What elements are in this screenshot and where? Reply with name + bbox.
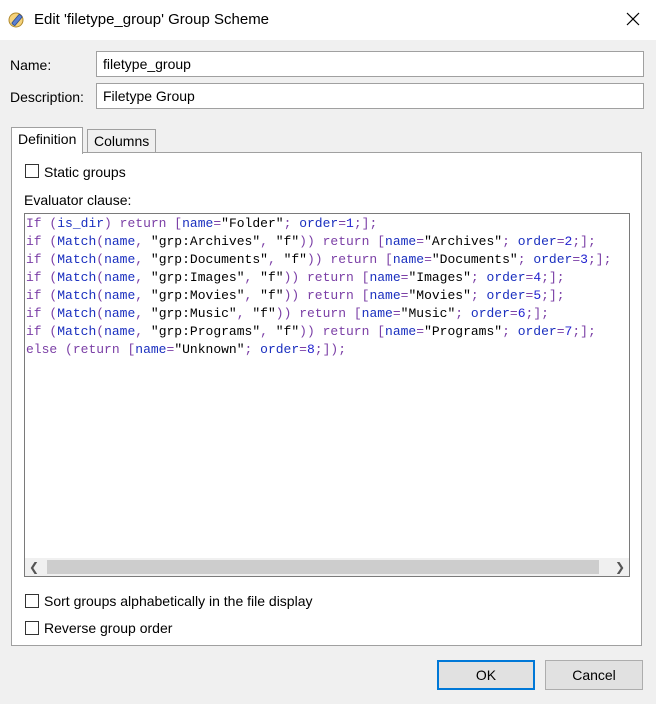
scroll-left-arrow-icon[interactable]: ❮ [25, 558, 43, 576]
dialog-body: Name: Description: Definition Columns St… [0, 40, 656, 704]
ok-button[interactable]: OK [437, 660, 535, 690]
close-button[interactable] [610, 0, 656, 40]
title-bar: Edit 'filetype_group' Group Scheme [0, 0, 656, 40]
sort-alphabetically-label: Sort groups alphabetically in the file d… [44, 593, 313, 609]
code-line: if (Match(name, "grp:Movies", "f")) retu… [26, 288, 565, 303]
static-groups-checkbox[interactable] [25, 164, 39, 178]
tab-columns[interactable]: Columns [87, 129, 157, 153]
window-title: Edit 'filetype_group' Group Scheme [34, 11, 270, 28]
scroll-right-arrow-icon[interactable]: ❯ [611, 558, 629, 576]
name-input[interactable] [96, 51, 644, 77]
evaluator-code-editor[interactable]: If (is_dir) return [name="Folder"; order… [24, 213, 630, 577]
description-label: Description: [10, 89, 84, 105]
reverse-order-checkbox[interactable] [25, 621, 39, 635]
static-groups-label: Static groups [44, 164, 126, 180]
tab-definition[interactable]: Definition [11, 127, 84, 154]
horizontal-scrollbar[interactable]: ❮ ❯ [25, 558, 629, 576]
description-input[interactable] [96, 83, 644, 109]
reverse-order-label: Reverse group order [44, 620, 173, 636]
scrollbar-thumb[interactable] [47, 560, 599, 574]
code-line: else (return [name="Unknown"; order=8;])… [26, 342, 347, 357]
code-content: If (is_dir) return [name="Folder"; order… [26, 215, 629, 359]
pencil-edit-icon [8, 11, 26, 29]
code-line: If (is_dir) return [name="Folder"; order… [26, 216, 378, 231]
code-line: if (Match(name, "grp:Documents", "f")) r… [26, 252, 612, 267]
name-label: Name: [10, 57, 52, 73]
sort-alphabetically-checkbox[interactable] [25, 594, 39, 608]
right-edge-fragment [652, 40, 656, 704]
definition-panel: Static groups Evaluator clause: If (is_d… [11, 152, 642, 646]
code-line: if (Match(name, "grp:Images", "f")) retu… [26, 270, 565, 285]
code-line: if (Match(name, "grp:Programs", "f")) re… [26, 324, 596, 339]
close-icon [626, 12, 640, 29]
evaluator-clause-label: Evaluator clause: [24, 192, 132, 208]
cancel-button[interactable]: Cancel [545, 660, 643, 690]
code-line: if (Match(name, "grp:Archives", "f")) re… [26, 234, 596, 249]
code-line: if (Match(name, "grp:Music", "f")) retur… [26, 306, 549, 321]
